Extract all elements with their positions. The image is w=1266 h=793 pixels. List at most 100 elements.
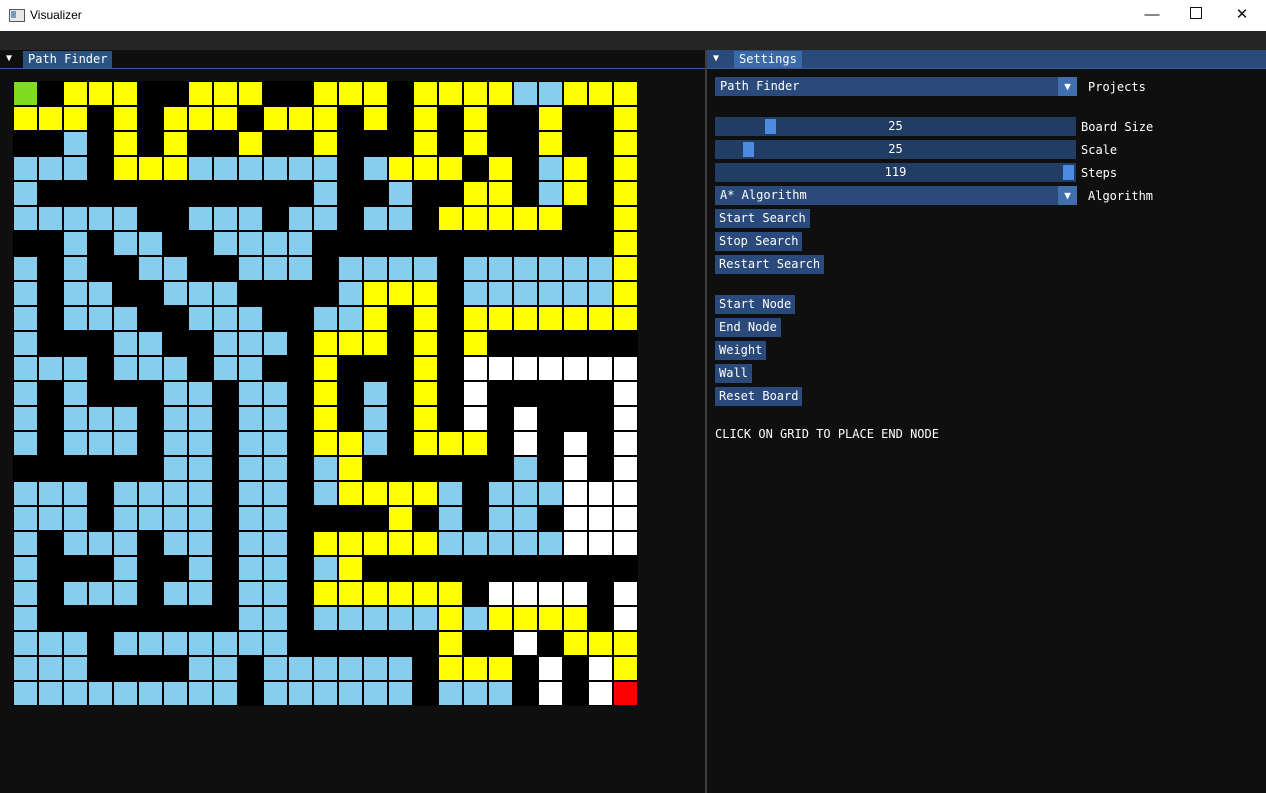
grid-cell-unvisited[interactable] — [89, 682, 112, 705]
grid-cell-unvisited[interactable] — [64, 682, 87, 705]
grid-cell-path[interactable] — [414, 82, 437, 105]
scale-slider-grab[interactable] — [743, 142, 754, 157]
grid-cell-unvisited[interactable] — [264, 232, 287, 255]
grid-cell-unvisited[interactable] — [439, 532, 462, 555]
grid-cell-unvisited[interactable] — [264, 257, 287, 280]
grid-cell-unvisited[interactable] — [239, 507, 262, 530]
grid-cell-path[interactable] — [464, 432, 487, 455]
grid-cell-unvisited[interactable] — [139, 357, 162, 380]
grid-cell-path[interactable] — [414, 382, 437, 405]
grid-cell-path[interactable] — [39, 107, 62, 130]
grid-cell-path[interactable] — [264, 107, 287, 130]
grid-cell-path[interactable] — [214, 107, 237, 130]
scale-slider[interactable]: 25 — [715, 140, 1076, 159]
grid-cell-path[interactable] — [614, 182, 637, 205]
grid-cell-unvisited[interactable] — [189, 432, 212, 455]
grid-cell-path[interactable] — [114, 82, 137, 105]
grid-cell-unvisited[interactable] — [589, 257, 612, 280]
grid-cell-unvisited[interactable] — [64, 282, 87, 305]
grid-cell-path[interactable] — [464, 207, 487, 230]
grid-cell-unvisited[interactable] — [314, 207, 337, 230]
grid-cell-path[interactable] — [389, 532, 412, 555]
grid-cell-unvisited[interactable] — [464, 282, 487, 305]
grid-cell-path[interactable] — [614, 307, 637, 330]
grid-cell-unvisited[interactable] — [164, 257, 187, 280]
grid-cell-unvisited[interactable] — [489, 532, 512, 555]
grid-cell-unvisited[interactable] — [264, 457, 287, 480]
grid-cell-path[interactable] — [414, 407, 437, 430]
grid-cell-path[interactable] — [489, 607, 512, 630]
grid-cell-unvisited[interactable] — [64, 582, 87, 605]
grid-cell-unvisited[interactable] — [14, 682, 37, 705]
grid-cell-path[interactable] — [414, 532, 437, 555]
grid-cell-path[interactable] — [189, 107, 212, 130]
grid-cell-unvisited[interactable] — [114, 507, 137, 530]
grid-cell-visited[interactable] — [514, 632, 537, 655]
grid-cell-path[interactable] — [164, 157, 187, 180]
grid-cell-path[interactable] — [114, 107, 137, 130]
grid-cell-path[interactable] — [489, 82, 512, 105]
grid-cell-unvisited[interactable] — [164, 682, 187, 705]
grid-cell-unvisited[interactable] — [514, 532, 537, 555]
grid-cell-unvisited[interactable] — [464, 532, 487, 555]
grid-cell-unvisited[interactable] — [489, 257, 512, 280]
grid-cell-path[interactable] — [564, 82, 587, 105]
grid-cell-path[interactable] — [364, 332, 387, 355]
grid-cell-unvisited[interactable] — [364, 257, 387, 280]
grid-cell-visited[interactable] — [614, 532, 637, 555]
maximize-button[interactable] — [1173, 0, 1219, 31]
minimize-button[interactable]: — — [1129, 0, 1175, 31]
grid-cell-unvisited[interactable] — [314, 457, 337, 480]
grid-cell-path[interactable] — [89, 82, 112, 105]
grid-cell-unvisited[interactable] — [164, 507, 187, 530]
grid-cell-path[interactable] — [389, 282, 412, 305]
grid-cell-unvisited[interactable] — [239, 582, 262, 605]
grid-cell-unvisited[interactable] — [14, 307, 37, 330]
grid-cell-path[interactable] — [214, 82, 237, 105]
grid-cell-visited[interactable] — [589, 482, 612, 505]
grid-cell-path[interactable] — [239, 132, 262, 155]
grid-cell-path[interactable] — [339, 332, 362, 355]
grid-cell-unvisited[interactable] — [264, 482, 287, 505]
grid-cell-path[interactable] — [64, 82, 87, 105]
grid-cell-unvisited[interactable] — [14, 482, 37, 505]
grid-cell-unvisited[interactable] — [189, 207, 212, 230]
grid-cell-unvisited[interactable] — [239, 257, 262, 280]
grid-cell-unvisited[interactable] — [164, 532, 187, 555]
grid-cell-unvisited[interactable] — [139, 232, 162, 255]
grid-cell-unvisited[interactable] — [289, 232, 312, 255]
grid-cell-unvisited[interactable] — [389, 257, 412, 280]
grid-cell-unvisited[interactable] — [64, 307, 87, 330]
grid-cell-unvisited[interactable] — [14, 432, 37, 455]
grid-cell-visited[interactable] — [614, 357, 637, 380]
grid-cell-visited[interactable] — [514, 432, 537, 455]
grid-cell-unvisited[interactable] — [39, 657, 62, 680]
grid-cell-unvisited[interactable] — [189, 582, 212, 605]
grid-cell-unvisited[interactable] — [314, 557, 337, 580]
grid-cell-unvisited[interactable] — [89, 407, 112, 430]
grid-cell-unvisited[interactable] — [564, 282, 587, 305]
grid-cell-path[interactable] — [539, 132, 562, 155]
grid-cell-path[interactable] — [339, 557, 362, 580]
algorithm-select[interactable]: A* Algorithm ▼ — [715, 186, 1077, 205]
grid-cell-unvisited[interactable] — [114, 407, 137, 430]
grid-cell-unvisited[interactable] — [64, 482, 87, 505]
grid-cell-visited[interactable] — [614, 507, 637, 530]
grid-cell-visited[interactable] — [614, 457, 637, 480]
grid-cell-unvisited[interactable] — [14, 532, 37, 555]
grid-cell-path[interactable] — [139, 157, 162, 180]
grid-cell-unvisited[interactable] — [114, 357, 137, 380]
grid-cell-path[interactable] — [314, 532, 337, 555]
grid-cell-unvisited[interactable] — [514, 482, 537, 505]
grid-cell-path[interactable] — [339, 582, 362, 605]
board-size-slider-grab[interactable] — [765, 119, 776, 134]
grid-cell-unvisited[interactable] — [339, 682, 362, 705]
grid-cell-path[interactable] — [414, 307, 437, 330]
grid-cell-path[interactable] — [364, 307, 387, 330]
grid-cell-unvisited[interactable] — [89, 207, 112, 230]
grid-cell-unvisited[interactable] — [439, 507, 462, 530]
grid-cell-visited[interactable] — [614, 607, 637, 630]
grid-cell-unvisited[interactable] — [239, 557, 262, 580]
grid-cell-visited[interactable] — [514, 582, 537, 605]
grid-cell-path[interactable] — [439, 157, 462, 180]
